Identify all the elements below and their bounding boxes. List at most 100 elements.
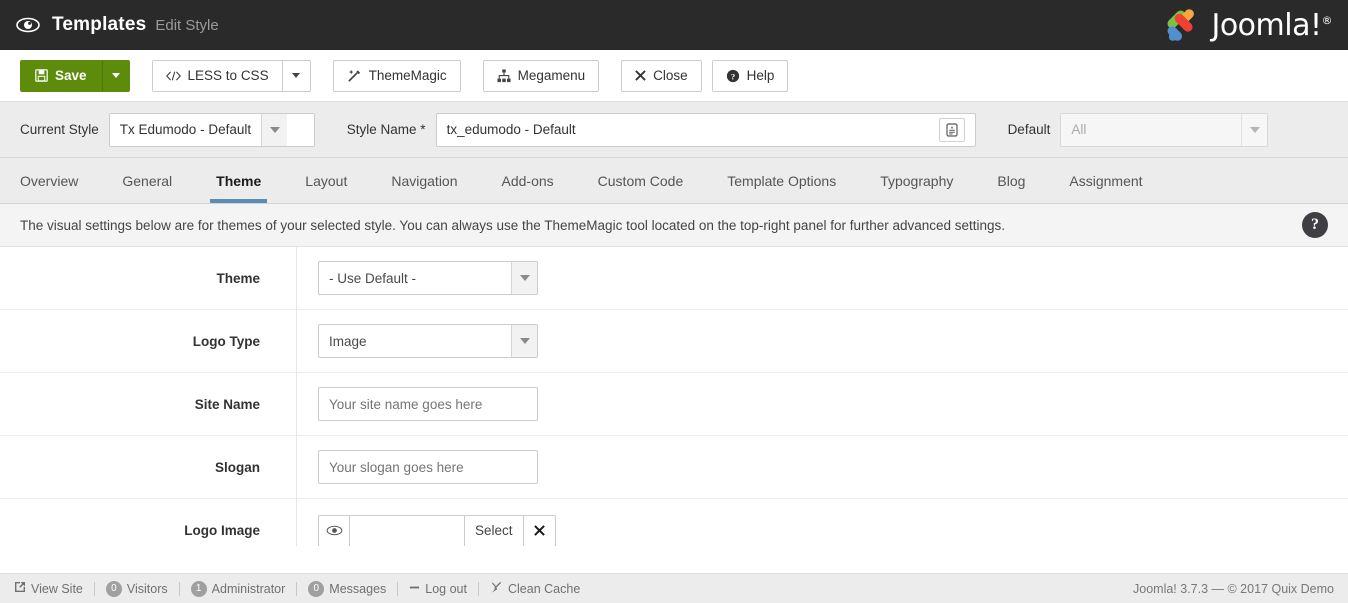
- style-name-label: Style Name *: [347, 122, 426, 137]
- theme-select-value: - Use Default -: [319, 262, 511, 294]
- form-row-slogan: Slogan: [0, 436, 1348, 499]
- info-bar: The visual settings below are for themes…: [0, 204, 1348, 247]
- save-button[interactable]: Save: [20, 60, 102, 92]
- tab-layout-label: Layout: [305, 173, 347, 189]
- version-info: Joomla! 3.7.3 — © 2017 Quix Demo: [1133, 582, 1334, 596]
- thememagic-button[interactable]: ThemeMagic: [333, 60, 461, 92]
- megamenu-button[interactable]: Megamenu: [483, 60, 600, 92]
- administrator-label: Administrator: [212, 582, 286, 596]
- close-button[interactable]: Close: [621, 60, 702, 92]
- app-header: Templates Edit Style Joomla!®: [0, 0, 1348, 50]
- less-to-css-dropdown-toggle[interactable]: [283, 60, 311, 92]
- style-name-input[interactable]: tx_edumodo - Default: [436, 113, 976, 147]
- question-mark-icon[interactable]: ?: [1302, 212, 1328, 238]
- tab-theme-label: Theme: [216, 173, 261, 189]
- site-name-label: Site Name: [0, 397, 296, 412]
- tab-blog[interactable]: Blog: [975, 158, 1047, 203]
- tab-typography[interactable]: Typography: [858, 158, 975, 203]
- clean-cache-label: Clean Cache: [508, 582, 580, 596]
- tab-navigation[interactable]: Navigation: [369, 158, 479, 203]
- tab-overview[interactable]: Overview: [20, 158, 100, 203]
- joomla-wordmark: Joomla!®: [1211, 8, 1332, 43]
- toolbar: Save LESS to CSS ThemeMagic: [0, 50, 1348, 102]
- eye-icon[interactable]: [318, 515, 350, 547]
- logo-image-select-button[interactable]: Select: [465, 515, 524, 547]
- clean-cache-link[interactable]: Clean Cache: [490, 581, 580, 597]
- megamenu-label: Megamenu: [518, 68, 586, 83]
- theme-label: Theme: [0, 271, 296, 286]
- tab-layout[interactable]: Layout: [283, 158, 369, 203]
- slogan-input[interactable]: [318, 450, 538, 484]
- sitemap-icon: [497, 69, 511, 83]
- default-select[interactable]: All: [1060, 113, 1268, 147]
- form-row-site-name: Site Name: [0, 373, 1348, 436]
- divider: [478, 582, 479, 596]
- view-site-label: View Site: [31, 582, 83, 596]
- tab-add-ons[interactable]: Add-ons: [480, 158, 576, 203]
- tab-bar: Overview General Theme Layout Navigation…: [0, 158, 1348, 204]
- tab-general[interactable]: General: [100, 158, 194, 203]
- logo-type-select-value: Image: [319, 325, 511, 357]
- help-button[interactable]: ? Help: [712, 60, 789, 92]
- logo-type-select[interactable]: Image: [318, 324, 538, 358]
- tab-general-label: General: [122, 173, 172, 189]
- messages-item[interactable]: 0 Messages: [308, 581, 386, 597]
- less-to-css-button-group: LESS to CSS: [152, 60, 311, 92]
- visitors-count-badge: 0: [106, 581, 122, 597]
- tab-custom-code[interactable]: Custom Code: [576, 158, 706, 203]
- minus-icon: [409, 582, 420, 596]
- logo-image-label: Logo Image: [0, 523, 296, 538]
- tab-navigation-label: Navigation: [391, 173, 457, 189]
- save-dropdown-toggle[interactable]: [102, 60, 130, 92]
- divider: [179, 582, 180, 596]
- chevron-down-icon: [511, 325, 537, 357]
- page-title: Templates: [52, 14, 146, 36]
- page-subtitle: Edit Style: [155, 17, 218, 34]
- info-bar-text: The visual settings below are for themes…: [20, 218, 1005, 233]
- visitors-item[interactable]: 0 Visitors: [106, 581, 168, 597]
- joomla-logo: Joomla!®: [1161, 4, 1332, 46]
- form-row-logo-image: Logo Image Select: [0, 499, 1348, 546]
- style-name-value: tx_edumodo - Default: [447, 122, 939, 137]
- administrator-item[interactable]: 1 Administrator: [191, 581, 286, 597]
- messages-label: Messages: [329, 582, 386, 596]
- logo-image-input[interactable]: [350, 515, 465, 547]
- article-picker-icon[interactable]: [939, 118, 965, 142]
- current-style-label: Current Style: [20, 122, 99, 137]
- current-style-select[interactable]: Tx Edumodo - Default: [109, 113, 315, 147]
- close-button-label: Close: [653, 68, 688, 83]
- tab-assignment[interactable]: Assignment: [1047, 158, 1164, 203]
- save-button-group: Save: [20, 60, 130, 92]
- divider: [296, 582, 297, 596]
- joomla-mark-icon: [1161, 4, 1203, 46]
- default-value: All: [1061, 114, 1241, 146]
- magic-wand-icon: [347, 68, 362, 83]
- joomla-brand-text: Joomla!: [1211, 8, 1321, 43]
- floppy-disk-icon: [35, 69, 48, 82]
- logout-link[interactable]: Log out: [409, 582, 467, 596]
- theme-select[interactable]: - Use Default -: [318, 261, 538, 295]
- broom-icon: [490, 581, 503, 597]
- administrator-count-badge: 1: [191, 581, 207, 597]
- chevron-down-icon: [511, 262, 537, 294]
- question-circle-icon: ?: [726, 69, 740, 83]
- form-column-divider: [296, 247, 297, 546]
- less-to-css-button[interactable]: LESS to CSS: [152, 60, 283, 92]
- messages-count-badge: 0: [308, 581, 324, 597]
- view-site-link[interactable]: View Site: [14, 581, 83, 596]
- theme-settings-form: Theme - Use Default - Logo Type Image Si…: [0, 247, 1348, 546]
- tab-template-options-label: Template Options: [727, 173, 836, 189]
- tab-theme[interactable]: Theme: [194, 158, 283, 203]
- x-icon: [635, 70, 646, 81]
- x-icon[interactable]: [524, 515, 556, 547]
- site-name-input[interactable]: [318, 387, 538, 421]
- help-button-label: Help: [747, 68, 775, 83]
- tab-template-options[interactable]: Template Options: [705, 158, 858, 203]
- form-row-theme: Theme - Use Default -: [0, 247, 1348, 310]
- svg-text:?: ?: [730, 71, 734, 81]
- slogan-label: Slogan: [0, 460, 296, 475]
- style-bar: Current Style Tx Edumodo - Default Style…: [0, 102, 1348, 158]
- chevron-down-icon: [1241, 114, 1267, 146]
- thememagic-label: ThemeMagic: [369, 68, 447, 83]
- form-row-logo-type: Logo Type Image: [0, 310, 1348, 373]
